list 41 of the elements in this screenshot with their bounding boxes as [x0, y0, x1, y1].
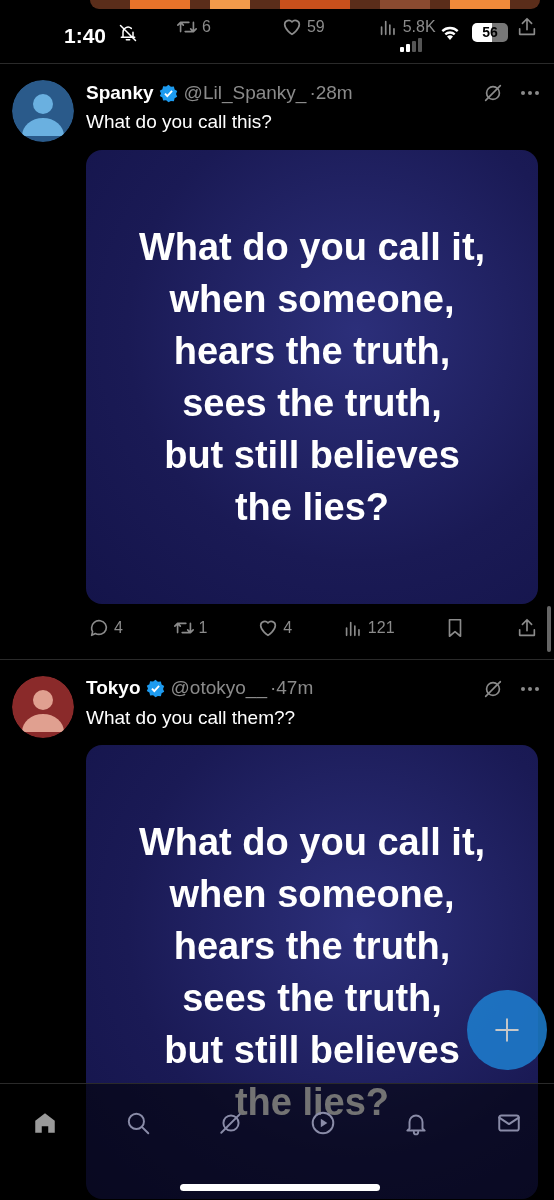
count-label: 5.8K — [402, 19, 436, 35]
scrollbar[interactable] — [547, 606, 551, 652]
image-text-line: the lies? — [234, 487, 390, 526]
more-icon[interactable] — [520, 685, 540, 692]
image-text-line: when someone, — [169, 875, 455, 913]
author-handle[interactable]: @otokyo__ — [170, 674, 267, 703]
image-text-line: hears the truth, — [173, 331, 451, 370]
plus-icon — [494, 1017, 520, 1043]
more-icon[interactable] — [520, 90, 540, 96]
count-label: 6 — [202, 19, 211, 35]
wifi-icon — [440, 25, 460, 40]
share-icon[interactable] — [516, 16, 538, 38]
image-text-line: the lies? — [234, 1083, 390, 1121]
post-text: What do you call this? — [86, 110, 273, 134]
image-text-line: when someone, — [169, 279, 455, 318]
image-text-line: What do you call it, — [138, 823, 486, 861]
count-label: 121 — [367, 617, 395, 638]
image-text-line: hears the truth, — [173, 927, 451, 965]
post-time: ·28m — [309, 80, 353, 105]
image-text-line: but still believes — [164, 435, 460, 474]
post-time: ·47m — [269, 676, 314, 701]
status-time: 1:40 — [64, 23, 107, 49]
count-label: 4 — [283, 617, 293, 638]
count-label: 1 — [198, 617, 208, 638]
avatar[interactable] — [12, 675, 74, 738]
image-card[interactable]: What do you call it, when someone, hears the truth, sees the truth, but still believes the lies? — [86, 149, 538, 604]
count-label: 4 — [114, 617, 123, 638]
author-handle[interactable]: @Lil_Spanky_ — [183, 78, 307, 108]
image-text-line: What do you call it, — [138, 227, 486, 266]
image-text-line: sees the truth, — [182, 979, 442, 1017]
battery-indicator: 56 — [472, 23, 508, 42]
author-name[interactable]: Spanky — [86, 78, 154, 108]
avatar[interactable] — [12, 80, 74, 142]
post-text: What do you call them?? — [86, 705, 297, 730]
signal-icon — [400, 38, 422, 52]
image-text-line: but still believes — [164, 1031, 460, 1069]
slashed-circle-icon[interactable] — [482, 82, 504, 104]
image-card[interactable]: What do you call it, when someone, hears the truth, sees the truth, but still believes the lies? — [86, 745, 538, 1199]
count-label: 59 — [306, 19, 325, 35]
author-name[interactable]: Tokyo — [86, 674, 141, 703]
image-text-line: sees the truth, — [182, 383, 442, 422]
